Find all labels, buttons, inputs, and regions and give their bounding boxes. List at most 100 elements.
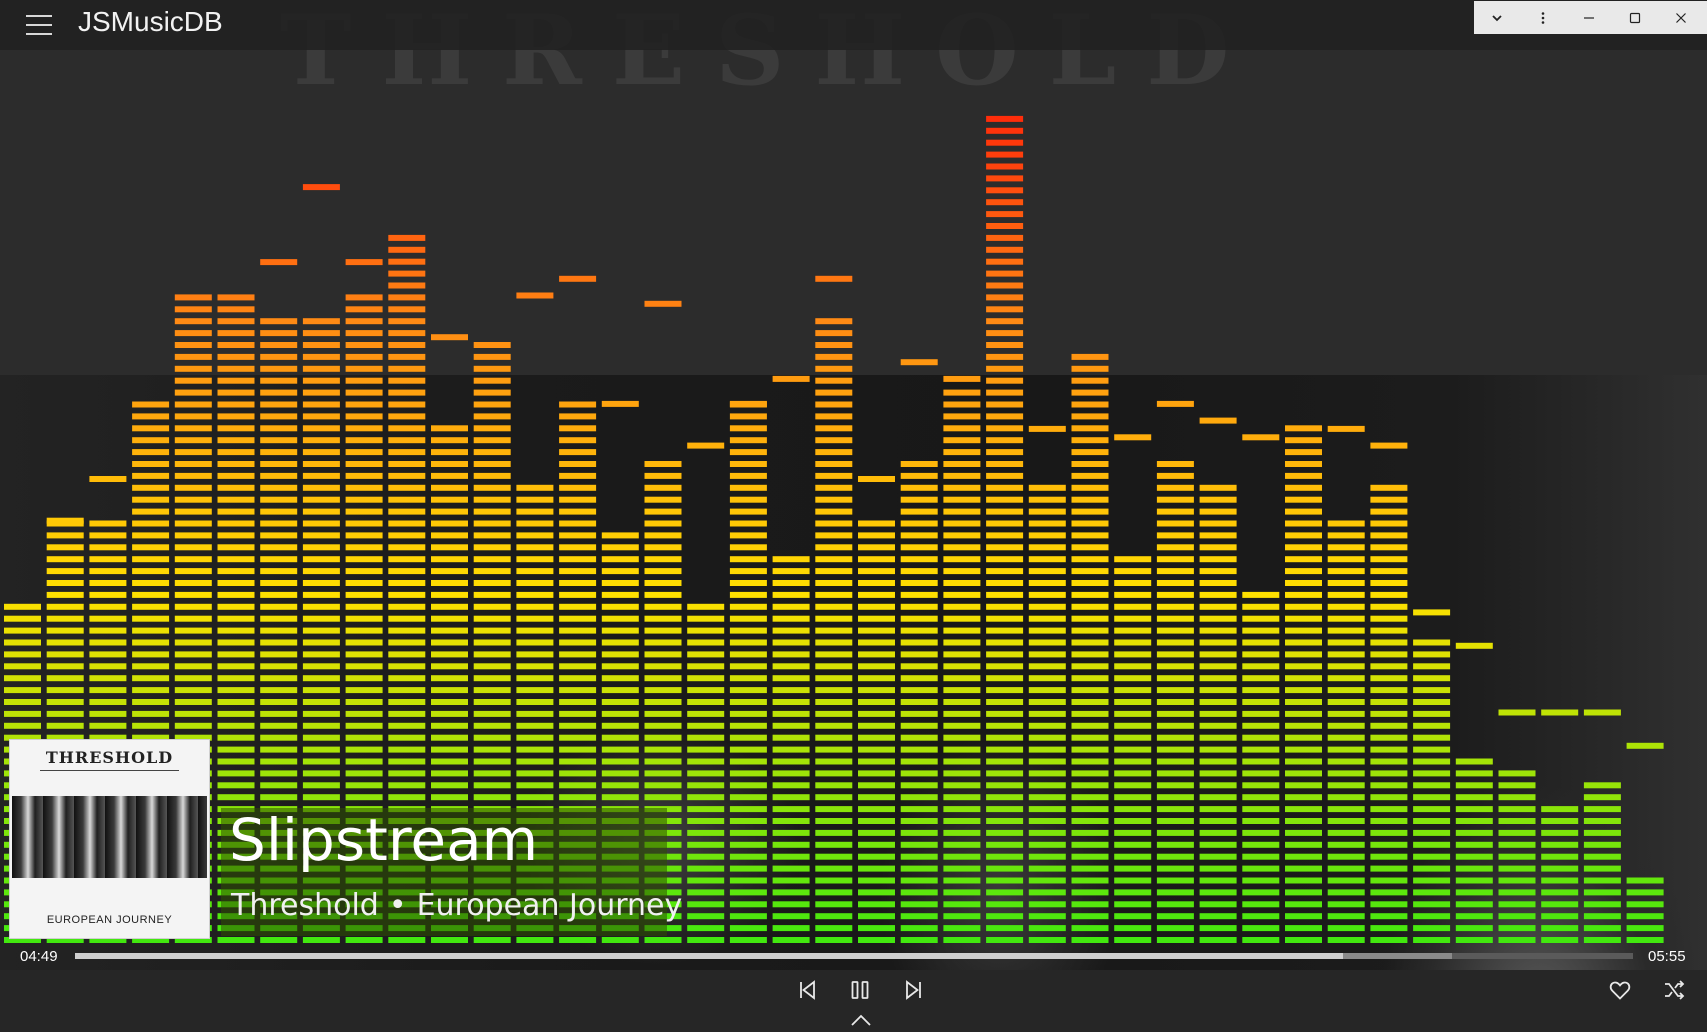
equalizer-segment <box>1156 663 1194 670</box>
equalizer-segment <box>388 437 426 444</box>
equalizer-segment <box>772 556 810 563</box>
equalizer-segment <box>1541 877 1579 884</box>
equalizer-segment <box>1242 591 1280 598</box>
equalizer-segment <box>1498 937 1536 943</box>
equalizer-segment <box>1156 496 1194 503</box>
track-artist[interactable]: Threshold <box>231 888 379 923</box>
equalizer-segment <box>1114 889 1152 896</box>
equalizer-segment <box>559 758 597 765</box>
equalizer-segment <box>687 865 725 872</box>
equalizer-segment <box>986 520 1024 527</box>
equalizer-segment <box>516 722 554 729</box>
seek-bar[interactable] <box>75 953 1633 959</box>
minimize-icon[interactable] <box>1566 1 1612 34</box>
expand-player-button[interactable] <box>843 1008 879 1032</box>
equalizer-segment <box>986 710 1024 717</box>
equalizer-segment <box>815 853 853 860</box>
equalizer-segment <box>1242 651 1280 658</box>
equalizer-segment <box>1370 520 1408 527</box>
shuffle-button[interactable] <box>1656 972 1692 1008</box>
like-button[interactable] <box>1602 972 1638 1008</box>
equalizer-segment <box>388 365 426 372</box>
equalizer-segment <box>174 353 212 360</box>
equalizer-segment <box>431 615 468 622</box>
equalizer-segment <box>345 603 383 610</box>
equalizer-segment <box>1156 794 1194 801</box>
equalizer-segment <box>1114 591 1152 598</box>
equalizer-segment <box>1327 710 1365 717</box>
equalizer-segment <box>1114 639 1152 646</box>
pause-button[interactable] <box>842 972 878 1008</box>
previous-button[interactable] <box>789 972 825 1008</box>
equalizer-segment <box>772 913 810 920</box>
equalizer-segment <box>1541 937 1579 943</box>
equalizer-segment <box>900 758 938 765</box>
equalizer-segment <box>986 425 1024 432</box>
equalizer-segment <box>473 794 511 801</box>
equalizer-segment <box>174 603 212 610</box>
equalizer-segment <box>345 461 383 467</box>
equalizer-segment <box>260 937 298 943</box>
equalizer-segment <box>815 603 853 610</box>
equalizer-peak <box>815 275 853 282</box>
equalizer-segment <box>388 377 426 384</box>
equalizer-segment <box>345 675 383 682</box>
equalizer-segment <box>1028 687 1066 694</box>
equalizer-segment <box>217 508 255 515</box>
equalizer-segment <box>302 722 340 729</box>
equalizer-segment <box>986 258 1024 265</box>
equalizer-segment <box>644 639 682 646</box>
equalizer-segment <box>986 556 1024 563</box>
equalizer-segment <box>46 627 84 634</box>
equalizer-segment <box>729 722 767 729</box>
equalizer-segment <box>89 568 127 575</box>
equalizer-peak <box>772 375 810 382</box>
equalizer-segment <box>559 603 597 610</box>
next-button[interactable] <box>896 972 932 1008</box>
equalizer-segment <box>260 734 298 741</box>
equalizer-segment <box>559 627 597 634</box>
equalizer-segment <box>1583 901 1621 908</box>
equalizer-segment <box>815 722 853 729</box>
equalizer-segment <box>1626 877 1664 884</box>
album-cover[interactable]: THRESHOLD EUROPEAN JOURNEY <box>9 739 210 939</box>
equalizer-segment <box>601 687 639 694</box>
equalizer-segment <box>516 484 554 491</box>
track-album[interactable]: European Journey <box>417 888 683 923</box>
equalizer-segment <box>46 591 84 598</box>
equalizer-segment <box>772 639 810 646</box>
equalizer-segment <box>260 580 298 586</box>
equalizer-segment <box>1285 603 1322 610</box>
equalizer-segment <box>1199 544 1237 551</box>
equalizer-segment <box>217 603 255 610</box>
equalizer-segment <box>132 413 170 420</box>
equalizer-segment <box>388 472 426 479</box>
equalizer-segment <box>217 580 255 586</box>
equalizer-segment <box>431 484 468 491</box>
close-icon[interactable] <box>1658 1 1704 34</box>
equalizer-segment <box>388 734 426 741</box>
equalizer-segment <box>943 472 981 479</box>
equalizer-segment <box>132 663 170 670</box>
equalizer-segment <box>1455 889 1493 896</box>
equalizer-segment <box>174 318 212 325</box>
equalizer-segment <box>815 365 853 372</box>
equalizer-segment <box>986 782 1024 789</box>
equalizer-segment <box>1156 532 1194 539</box>
maximize-icon[interactable] <box>1612 1 1658 34</box>
equalizer-segment <box>858 746 895 753</box>
equalizer-segment <box>1156 603 1194 610</box>
equalizer-segment <box>46 699 84 705</box>
equalizer-segment <box>815 639 853 646</box>
equalizer-segment <box>217 687 255 694</box>
equalizer-segment <box>815 877 853 884</box>
chevron-down-icon[interactable] <box>1474 1 1520 34</box>
equalizer-bar <box>1626 742 1664 943</box>
equalizer-segment <box>1071 556 1109 563</box>
equalizer-segment <box>729 710 767 717</box>
more-vertical-icon[interactable] <box>1520 1 1566 34</box>
equalizer-segment <box>815 342 853 348</box>
equalizer-segment <box>1413 901 1451 908</box>
hamburger-menu-icon[interactable] <box>26 15 52 37</box>
equalizer-segment <box>1583 925 1621 932</box>
